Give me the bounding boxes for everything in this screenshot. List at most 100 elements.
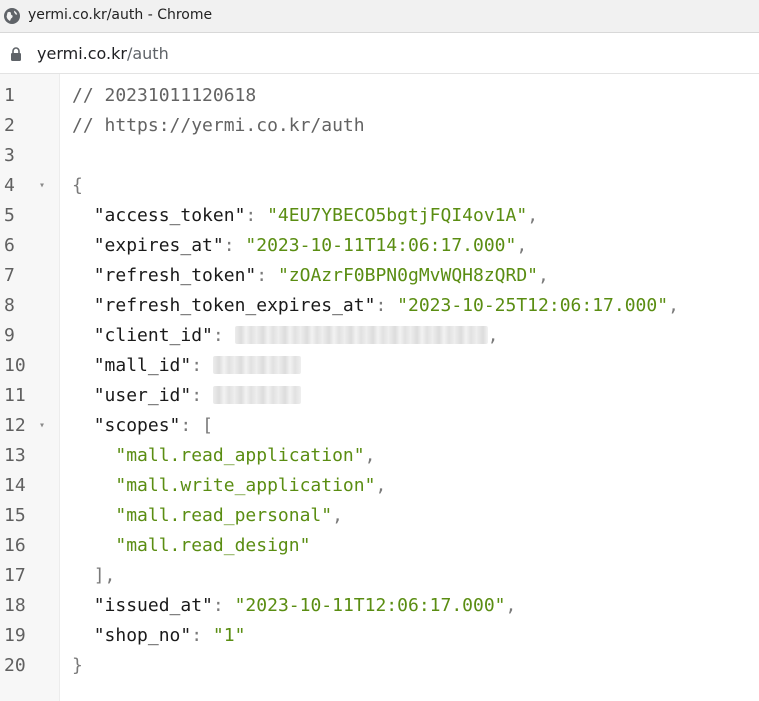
line-number: 11 (4, 385, 26, 406)
lock-icon[interactable] (10, 47, 22, 61)
window-titlebar: yermi.co.kr/auth - Chrome (0, 0, 759, 33)
line-number: 13 (4, 445, 26, 466)
code-line: 19 "shop_no": "1" (0, 621, 759, 651)
line-number: 14 (4, 475, 26, 496)
colon: : (180, 415, 203, 436)
colon: : (223, 235, 246, 256)
json-string-value: "mall.read_design" (115, 535, 311, 556)
comma: , (332, 505, 343, 526)
code-line: 3 (0, 141, 759, 171)
code-content: "mall.read_personal", (72, 501, 343, 531)
code-line: 7 "refresh_token": "zOAzrF0BPN0gMvWQH8zQ… (0, 261, 759, 291)
comment-text: // https://yermi.co.kr/auth (72, 115, 365, 136)
redacted-value (212, 356, 301, 374)
code-content: } (72, 651, 83, 681)
fold-arrow-icon[interactable]: ▾ (39, 411, 49, 441)
code-line: 2 // https://yermi.co.kr/auth (0, 111, 759, 141)
code-content: "expires_at": "2023-10-11T14:06:17.000", (72, 231, 528, 261)
code-content: "mall.read_design" (72, 531, 310, 561)
json-string-value: "4EU7YBECO5bgtjFQI4ov1A" (267, 205, 528, 226)
code-line: 9 "client_id": , (0, 321, 759, 351)
window-title: yermi.co.kr/auth - Chrome (28, 7, 213, 23)
comma: , (538, 265, 549, 286)
comma: , (375, 475, 387, 496)
code-line: 8 "refresh_token_expires_at": "2023-10-2… (0, 291, 759, 321)
globe-icon (4, 8, 20, 24)
json-viewer: 1 // 20231011120618 2 // https://yermi.co.k… (0, 74, 759, 701)
comment-text: // 20231011120618 (72, 85, 257, 106)
json-key: "user_id" (93, 385, 192, 406)
json-key: "access_token" (93, 205, 246, 226)
json-key: "refresh_token_expires_at" (93, 295, 376, 316)
code-line: 20} (0, 651, 759, 681)
json-key: "mall_id" (93, 355, 192, 376)
close-bracket: ] (93, 565, 105, 586)
json-string-value: "mall.read_personal" (115, 505, 333, 526)
code-content: "mall_id": (72, 351, 301, 381)
comma: , (505, 595, 517, 616)
colon: : (191, 355, 213, 376)
line-number: 1 (4, 85, 15, 106)
colon: : (212, 325, 235, 346)
json-key: "client_id" (93, 325, 213, 346)
json-key: "scopes" (93, 415, 181, 436)
json-key: "expires_at" (93, 235, 224, 256)
json-string-value: "zOAzrF0BPN0gMvWQH8zQRD" (277, 265, 539, 286)
code-line: 17 ], (0, 561, 759, 591)
fold-arrow-icon[interactable]: ▾ (39, 171, 49, 201)
code-line: 16 "mall.read_design" (0, 531, 759, 561)
comma: , (364, 445, 376, 466)
json-key: "shop_no" (93, 625, 192, 646)
line-number: 12 (4, 415, 26, 436)
code-content: "refresh_token": "zOAzrF0BPN0gMvWQH8zQRD… (72, 261, 549, 291)
address-url[interactable]: yermi.co.kr/auth (37, 44, 169, 63)
code-content: { (72, 171, 83, 201)
line-number: 4 (4, 175, 15, 196)
comma: , (487, 325, 499, 346)
code-content: "shop_no": "1" (72, 621, 246, 651)
redacted-value (234, 326, 488, 344)
code-line: 13 "mall.read_application", (0, 441, 759, 471)
line-number: 9 (4, 325, 15, 346)
code-content: "refresh_token_expires_at": "2023-10-25T… (72, 291, 679, 321)
line-number: 17 (4, 565, 26, 586)
code-line: 10 "mall_id": (0, 351, 759, 381)
json-string-value: "2023-10-11T12:06:17.000" (234, 595, 506, 616)
line-number: 8 (4, 295, 15, 316)
code-line: 5 "access_token": "4EU7YBECO5bgtjFQI4ov1… (0, 201, 759, 231)
code-content: "issued_at": "2023-10-11T12:06:17.000", (72, 591, 517, 621)
colon: : (375, 295, 398, 316)
address-bar[interactable]: yermi.co.kr/auth (0, 33, 759, 74)
code-line: 1 // 20231011120618 (0, 81, 759, 111)
colon: : (191, 385, 213, 406)
code-content: "access_token": "4EU7YBECO5bgtjFQI4ov1A"… (72, 201, 538, 231)
code-line: 4 ▾ { (0, 171, 759, 201)
json-string-value: "2023-10-11T14:06:17.000" (245, 235, 517, 256)
redacted-value (212, 386, 301, 404)
colon: : (245, 205, 268, 226)
code-line: 15 "mall.read_personal", (0, 501, 759, 531)
json-string-value: "2023-10-25T12:06:17.000" (397, 295, 669, 316)
code-line: 11 "user_id": (0, 381, 759, 411)
line-number: 2 (4, 115, 15, 136)
line-number: 18 (4, 595, 26, 616)
colon: : (256, 265, 278, 286)
line-number: 5 (4, 205, 15, 226)
colon: : (191, 625, 213, 646)
json-string-value: "mall.write_application" (115, 475, 376, 496)
open-bracket: { (72, 175, 83, 196)
code-content: ], (72, 561, 116, 591)
line-number: 16 (4, 535, 26, 556)
close-bracket: } (72, 655, 83, 676)
line-number: 10 (4, 355, 26, 376)
